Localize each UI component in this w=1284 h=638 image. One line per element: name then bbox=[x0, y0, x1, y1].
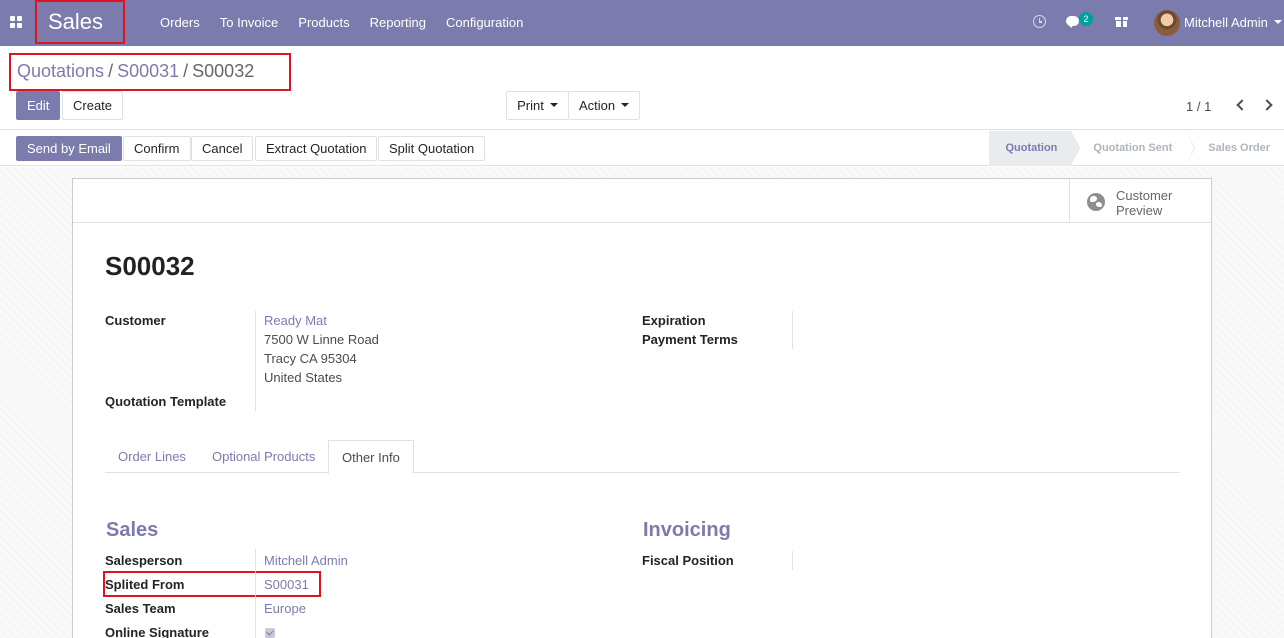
messages-badge: 2 bbox=[1079, 12, 1093, 26]
action-label: Action bbox=[579, 98, 616, 113]
customer-label: Customer bbox=[105, 313, 166, 328]
customer-address-line3: United States bbox=[264, 370, 343, 385]
print-dropdown[interactable]: Print bbox=[506, 91, 569, 120]
record-title: S00032 bbox=[105, 251, 195, 281]
customer-address-line1: 7500 W Linne Road bbox=[264, 332, 379, 347]
menu-products[interactable]: Products bbox=[288, 0, 359, 46]
pager-value[interactable]: 1 / 1 bbox=[1186, 99, 1211, 114]
payment-terms-label: Payment Terms bbox=[642, 332, 738, 347]
tab-other-info[interactable]: Other Info bbox=[328, 440, 414, 474]
form-sheet: Customer Preview S00032 Customer Ready M… bbox=[72, 178, 1212, 638]
customer-link[interactable]: Ready Mat bbox=[264, 311, 327, 330]
breadcrumb-quotations[interactable]: Quotations bbox=[17, 61, 104, 81]
invoicing-group-title: Invoicing bbox=[643, 519, 731, 541]
form-statusbar: Send by Email Confirm Cancel Extract Quo… bbox=[0, 131, 1284, 166]
form-content: Customer Preview S00032 Customer Ready M… bbox=[0, 167, 1284, 638]
chevron-down-icon bbox=[621, 102, 630, 107]
online-signature-checkbox[interactable] bbox=[265, 628, 275, 638]
user-avatar[interactable] bbox=[1154, 10, 1180, 36]
pager-previous-icon[interactable] bbox=[1236, 99, 1248, 111]
user-menu-caret-icon[interactable] bbox=[1274, 20, 1282, 24]
confirm-button[interactable]: Confirm bbox=[123, 136, 191, 161]
menu-configuration[interactable]: Configuration bbox=[436, 0, 533, 46]
activity-clock-icon[interactable] bbox=[1033, 15, 1046, 28]
app-brand[interactable]: Sales bbox=[35, 0, 125, 44]
edit-button[interactable]: Edit bbox=[16, 91, 61, 120]
create-button[interactable]: Create bbox=[62, 91, 124, 120]
salesperson-label: Salesperson bbox=[105, 553, 183, 568]
main-menu: Orders To Invoice Products Reporting Con… bbox=[150, 0, 533, 46]
cancel-button[interactable]: Cancel bbox=[191, 136, 254, 161]
splited-from-label: Splited From bbox=[105, 577, 185, 592]
customer-preview-button[interactable]: Customer Preview bbox=[1069, 179, 1211, 223]
sales-team-link[interactable]: Europe bbox=[264, 599, 306, 618]
action-dropdown[interactable]: Action bbox=[568, 91, 640, 120]
menu-reporting[interactable]: Reporting bbox=[360, 0, 436, 46]
online-signature-label: Online Signature bbox=[105, 625, 210, 638]
messages-chat-icon[interactable] bbox=[1066, 16, 1079, 28]
stage-sales-order[interactable]: Sales Order bbox=[1186, 131, 1284, 166]
stage-quotation[interactable]: Quotation bbox=[989, 131, 1081, 166]
breadcrumb-current: S00032 bbox=[192, 61, 255, 81]
control-panel: Quotations / S00031/S00032 Edit Create Pri… bbox=[0, 46, 1284, 130]
print-label: Print bbox=[517, 98, 544, 113]
field-divider bbox=[792, 551, 793, 570]
stage-quotation-sent[interactable]: Quotation Sent bbox=[1071, 131, 1196, 166]
breadcrumb: Quotations / S00031/S00032 bbox=[9, 53, 291, 91]
tab-optional-products[interactable]: Optional Products bbox=[199, 440, 328, 473]
notebook-tabs: Order Lines Optional Products Other Info bbox=[105, 440, 1180, 474]
customer-address-line2: Tracy CA 95304 bbox=[264, 351, 357, 366]
salesperson-link[interactable]: Mitchell Admin bbox=[264, 551, 348, 570]
field-divider bbox=[792, 311, 793, 349]
breadcrumb-separator: / bbox=[108, 61, 114, 81]
stage-pipeline: Quotation Quotation Sent Sales Order bbox=[989, 131, 1284, 166]
split-quotation-button[interactable]: Split Quotation bbox=[378, 136, 486, 161]
chevron-down-icon bbox=[549, 102, 558, 107]
extract-quotation-button[interactable]: Extract Quotation bbox=[255, 136, 378, 161]
pager-next-icon[interactable] bbox=[1261, 99, 1273, 111]
breadcrumb-parent[interactable]: S00031 bbox=[117, 61, 179, 81]
gift-icon[interactable] bbox=[1115, 14, 1128, 27]
field-divider bbox=[255, 549, 256, 638]
top-navbar: Sales Orders To Invoice Products Reporti… bbox=[0, 0, 1284, 46]
send-by-email-button[interactable]: Send by Email bbox=[16, 136, 122, 161]
smart-button-box: Customer Preview bbox=[73, 179, 1211, 223]
sales-team-label: Sales Team bbox=[105, 601, 176, 616]
expiration-label: Expiration bbox=[642, 313, 706, 328]
quotation-template-label: Quotation Template bbox=[105, 394, 227, 409]
breadcrumb-separator: / bbox=[183, 61, 189, 81]
globe-icon bbox=[1087, 193, 1105, 211]
sales-group-title: Sales bbox=[106, 519, 159, 541]
menu-to-invoice[interactable]: To Invoice bbox=[210, 0, 289, 46]
fiscal-position-label: Fiscal Position bbox=[642, 553, 734, 568]
field-divider bbox=[255, 311, 256, 411]
customer-preview-label: Customer Preview bbox=[1116, 188, 1173, 218]
tab-order-lines[interactable]: Order Lines bbox=[105, 440, 199, 473]
user-menu[interactable]: Mitchell Admin bbox=[1184, 0, 1268, 46]
apps-menu-icon[interactable] bbox=[10, 16, 23, 29]
splited-from-link[interactable]: S00031 bbox=[264, 575, 309, 594]
menu-orders[interactable]: Orders bbox=[150, 0, 210, 46]
